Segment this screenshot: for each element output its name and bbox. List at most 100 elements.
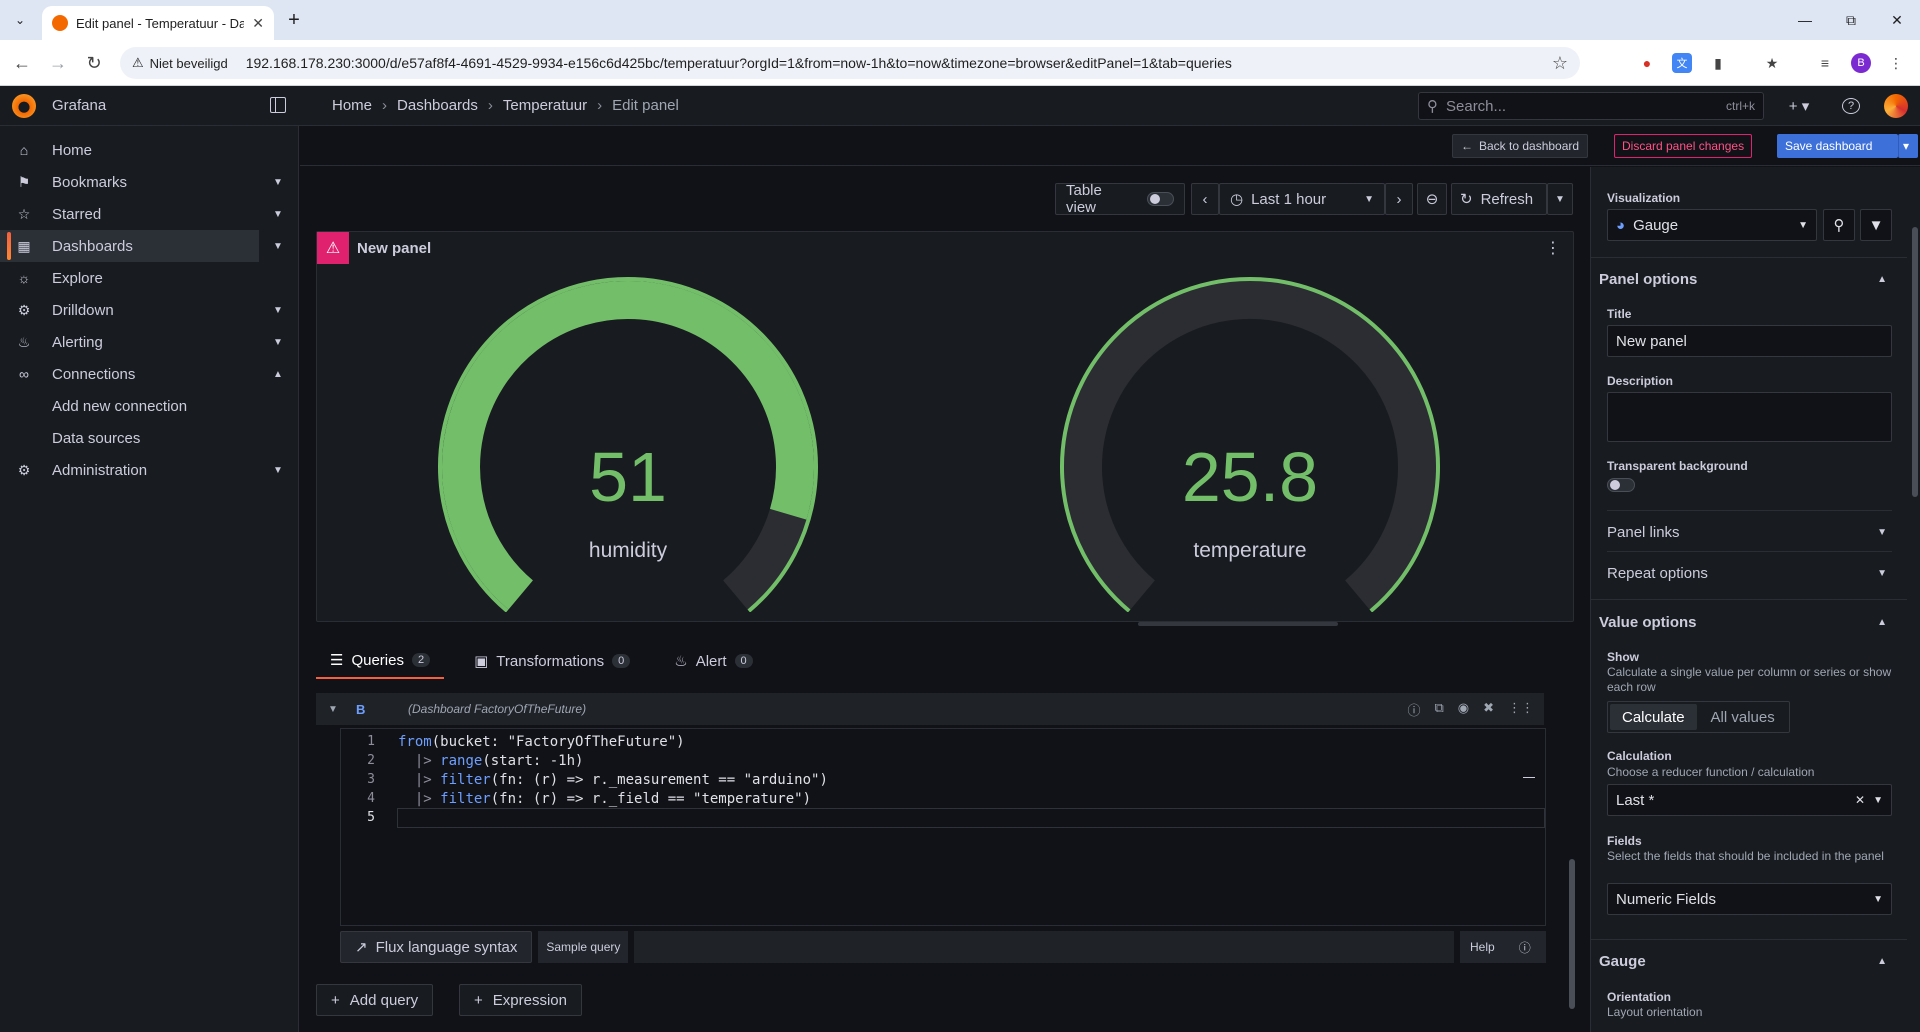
eye-icon[interactable]: ◉ xyxy=(1458,700,1469,719)
sidebar-item-starred[interactable]: ☆ Starred ▼ xyxy=(0,198,299,230)
chevron-down-icon[interactable]: ▼ xyxy=(273,337,283,348)
save-dashboard-button[interactable]: Save dashboard xyxy=(1777,134,1898,158)
value-options-header[interactable]: Value options ▲ xyxy=(1599,606,1895,638)
security-chip[interactable]: ⚠ Niet beveiligd xyxy=(132,55,238,71)
tab-close-icon[interactable]: ✕ xyxy=(252,15,264,32)
save-options-chevron-icon[interactable]: ▾ xyxy=(1898,134,1918,158)
table-view-switch[interactable] xyxy=(1147,192,1174,206)
help-icon[interactable]: ? xyxy=(1842,98,1860,114)
reload-icon[interactable]: ↻ xyxy=(82,51,106,75)
queries-scrollbar[interactable] xyxy=(1568,679,1576,1019)
chevron-down-icon[interactable]: ▼ xyxy=(328,704,338,715)
sidebar-subitem-add-connection[interactable]: Add new connection xyxy=(52,390,187,422)
forward-arrow-icon[interactable]: → xyxy=(46,51,70,75)
help-button[interactable]: Help ⓘ xyxy=(1460,931,1546,963)
sidebar-item-dashboards[interactable]: ▦ Dashboards xyxy=(0,230,259,262)
expression-button[interactable]: + Expression xyxy=(459,984,582,1016)
breadcrumb-dashboards[interactable]: Dashboards xyxy=(397,97,478,114)
sidebar-subitem-data-sources[interactable]: Data sources xyxy=(52,422,140,454)
sidebar-item-drilldown[interactable]: ⚙ Drilldown ▼ xyxy=(0,294,299,326)
query-code-editor[interactable]: 1 from(bucket: "FactoryOfTheFuture") 2 |… xyxy=(340,728,1546,926)
drag-handle-icon[interactable]: ⋮⋮ xyxy=(1508,700,1534,719)
sidebar-item-home[interactable]: ⌂ Home xyxy=(0,134,299,166)
show-option-all-values[interactable]: All values xyxy=(1699,704,1787,730)
chevron-down-icon[interactable]: ▼ xyxy=(273,305,283,316)
refresh-button[interactable]: ↻ Refresh xyxy=(1451,183,1547,215)
clear-icon[interactable]: ✕ xyxy=(1855,793,1865,807)
browser-menu-icon[interactable]: ⋮ xyxy=(1886,53,1906,73)
scrollbar-thumb[interactable] xyxy=(1912,227,1918,497)
minimize-window-icon[interactable]: — xyxy=(1782,0,1828,40)
tab-search-chevron-icon[interactable]: ⌄ xyxy=(8,8,32,32)
favorites-star-icon[interactable]: ★ xyxy=(1762,53,1782,73)
visualization-picker[interactable]: ◕ Gauge ▼ xyxy=(1607,209,1817,241)
panel-warning-icon[interactable]: ⚠ xyxy=(317,232,349,264)
chevron-up-icon[interactable]: ▲ xyxy=(273,369,283,380)
time-back-button[interactable]: ‹ xyxy=(1191,183,1219,215)
chevron-down-icon[interactable]: ▼ xyxy=(273,241,283,252)
panel-menu-icon[interactable]: ⋮ xyxy=(1545,238,1561,258)
sidebar-item-explore[interactable]: ☼ Explore xyxy=(0,262,299,294)
discard-panel-changes-button[interactable]: Discard panel changes xyxy=(1614,134,1753,158)
help-icon[interactable]: ⓘ xyxy=(1407,700,1420,719)
close-window-icon[interactable]: ✕ xyxy=(1874,0,1920,40)
url-text[interactable]: 192.168.178.230:3000/d/e57af8f4-4691-452… xyxy=(246,55,1232,71)
title-input[interactable]: New panel xyxy=(1607,325,1892,357)
dock-menu-icon[interactable] xyxy=(270,97,286,113)
sidebar-item-connections[interactable]: ∞ Connections ▲ xyxy=(0,358,299,390)
restore-window-icon[interactable]: ⧉ xyxy=(1828,0,1874,40)
omnibox[interactable]: ⚠ Niet beveiligd 192.168.178.230:3000/d/… xyxy=(120,47,1580,79)
tab-alert[interactable]: ♨ Alert 0 xyxy=(660,643,766,679)
back-arrow-icon[interactable]: ← xyxy=(10,51,34,75)
visualization-search-button[interactable]: ⚲ xyxy=(1823,209,1855,241)
sidebar-item-administration[interactable]: ⚙ Administration ▼ xyxy=(0,454,299,486)
refresh-interval-dropdown[interactable]: ▼ xyxy=(1547,183,1573,215)
sidebar-item-alerting[interactable]: ♨ Alerting ▼ xyxy=(0,326,299,358)
chevron-down-icon[interactable]: ▼ xyxy=(273,465,283,476)
chevron-down-icon[interactable]: ▼ xyxy=(273,209,283,220)
query-ref-id[interactable]: B xyxy=(356,702,365,717)
panel-links-header[interactable]: Panel links ▼ xyxy=(1607,516,1895,548)
sample-query-button[interactable]: Sample query xyxy=(538,931,629,963)
new-plus-dropdown-icon[interactable]: + ▾ xyxy=(1782,95,1816,117)
transparent-bg-switch[interactable] xyxy=(1607,478,1635,492)
back-to-dashboard-button[interactable]: ← Back to dashboard xyxy=(1452,134,1589,158)
adblock-extension-icon[interactable]: ● xyxy=(1637,53,1657,73)
breadcrumb-dashboard[interactable]: Temperatuur xyxy=(503,97,587,114)
user-avatar[interactable] xyxy=(1884,94,1908,118)
zoom-out-button[interactable]: ⊖ xyxy=(1417,183,1447,215)
time-forward-button[interactable]: › xyxy=(1385,183,1413,215)
gauge-section-header[interactable]: Gauge ▲ xyxy=(1599,945,1895,977)
repeat-options-header[interactable]: Repeat options ▼ xyxy=(1607,557,1895,589)
options-scrollbar[interactable] xyxy=(1911,167,1919,1032)
fields-select[interactable]: Numeric Fields ▼ xyxy=(1607,883,1892,915)
new-tab-plus-icon[interactable]: + xyxy=(282,8,306,32)
reading-list-icon[interactable]: ≡ xyxy=(1815,53,1835,73)
chevron-down-icon[interactable]: ▼ xyxy=(273,177,283,188)
translate-extension-icon[interactable]: 文 xyxy=(1672,53,1692,73)
tab-queries[interactable]: ☰ Queries 2 xyxy=(316,643,445,679)
tab-transformations[interactable]: ▣ Transformations 0 xyxy=(460,643,644,679)
filter-options-button[interactable]: ▼ xyxy=(1860,209,1892,241)
duplicate-icon[interactable]: ⧉ xyxy=(1434,700,1443,719)
scrollbar-thumb[interactable] xyxy=(1569,859,1575,1009)
sidebar-item-bookmarks[interactable]: ⚑ Bookmarks ▼ xyxy=(0,166,299,198)
search-input[interactable]: ⚲ Search... ctrl+k xyxy=(1418,92,1764,120)
extensions-puzzle-icon[interactable]: ▮ xyxy=(1708,53,1728,73)
query-row-header[interactable]: ▼ B (Dashboard FactoryOfTheFuture) ⓘ ⧉ ◉… xyxy=(316,693,1544,725)
table-view-toggle[interactable]: Table view xyxy=(1055,182,1185,216)
add-query-button[interactable]: + Add query xyxy=(316,984,434,1016)
bookmark-star-icon[interactable]: ☆ xyxy=(1552,53,1568,74)
profile-avatar[interactable]: B xyxy=(1851,53,1871,73)
panel-options-header[interactable]: Panel options ▲ xyxy=(1599,263,1895,295)
description-textarea[interactable] xyxy=(1607,392,1892,442)
calculation-select[interactable]: Last * ✕ ▼ xyxy=(1607,784,1892,816)
time-range-picker[interactable]: ◷ Last 1 hour ▼ xyxy=(1219,183,1385,215)
panel-resize-handle[interactable] xyxy=(1138,622,1338,626)
browser-tab-active[interactable]: Edit panel - Temperatuur - Dasl ✕ xyxy=(42,6,274,40)
show-option-calculate[interactable]: Calculate xyxy=(1610,704,1697,730)
grafana-logo-icon[interactable] xyxy=(12,94,36,118)
flux-syntax-button[interactable]: ↗ Flux language syntax xyxy=(340,931,533,963)
breadcrumb-home[interactable]: Home xyxy=(332,97,372,114)
trash-icon[interactable]: ✖ xyxy=(1483,700,1494,719)
